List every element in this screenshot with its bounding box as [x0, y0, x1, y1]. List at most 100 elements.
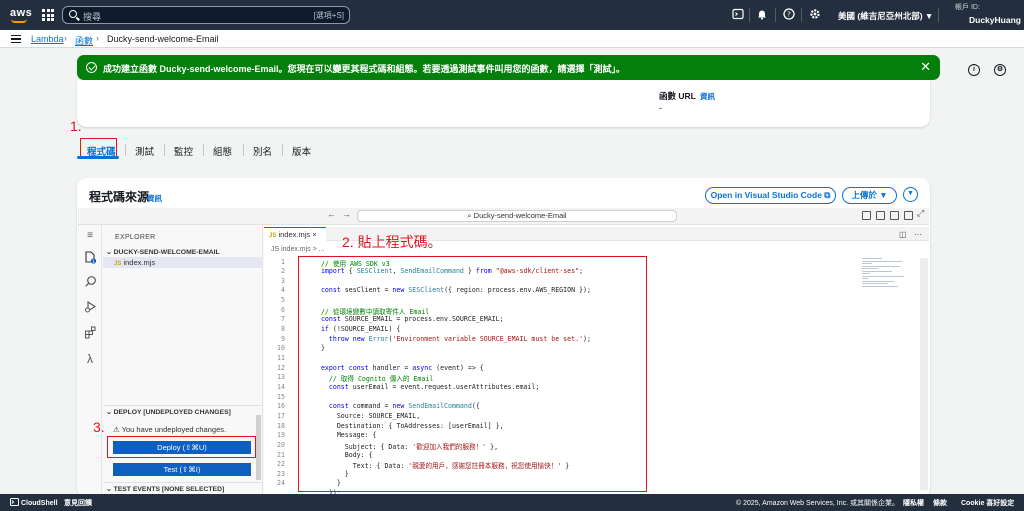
line-number: 19: [277, 431, 285, 440]
search-icon[interactable]: [82, 275, 98, 291]
menu-icon[interactable]: ≡: [82, 228, 98, 244]
editor-tab-label: index.mjs ×: [278, 230, 317, 239]
account-menu[interactable]: DuckyHuang: [969, 15, 1021, 25]
explorer-file[interactable]: JS index.mjs: [114, 258, 155, 267]
feedback-link[interactable]: 意見回饋: [64, 498, 92, 508]
cloudshell-icon[interactable]: [731, 8, 745, 22]
line-number: 2: [281, 267, 285, 276]
aws-logo[interactable]: aws: [10, 7, 33, 23]
cookie-preferences-link[interactable]: Cookie 喜好設定: [961, 498, 1014, 508]
search-placeholder: 搜尋: [83, 12, 102, 22]
annotation-step-1: 1.: [70, 118, 82, 134]
explorer-files-icon[interactable]: 1: [82, 250, 98, 266]
aws-logo-text: aws: [10, 7, 33, 19]
split-editor-icon[interactable]: ◫: [899, 230, 907, 239]
line-number: 6: [281, 305, 285, 314]
extensions-icon[interactable]: [82, 326, 98, 342]
explorer-title: EXPLORER: [115, 234, 156, 241]
breadcrumb-lambda[interactable]: Lambda: [31, 34, 64, 44]
forward-arrow-icon[interactable]: →: [342, 209, 351, 219]
info-icon[interactable]: i: [968, 64, 980, 76]
line-number: 22: [277, 460, 285, 469]
deploy-section-header[interactable]: ⌄ DEPLOY [UNDEPLOYED CHANGES]: [106, 408, 231, 416]
active-tab-indicator: [77, 156, 119, 159]
line-number: 21: [277, 450, 285, 459]
line-number: 12: [277, 363, 285, 372]
terms-link[interactable]: 條款: [933, 498, 947, 508]
editor-breadcrumb: JS index.mjs > ...: [271, 246, 325, 253]
svg-text:?: ?: [787, 11, 791, 19]
line-number: 18: [277, 421, 285, 430]
annotation-step-3: 3.: [93, 419, 105, 435]
undeployed-warning: ⚠ You have undeployed changes.: [113, 425, 227, 434]
line-number: 14: [277, 382, 285, 391]
function-url-info-link[interactable]: 資訊: [700, 91, 715, 102]
help-icon[interactable]: ?: [782, 8, 796, 22]
breadcrumb-functions[interactable]: 函數: [75, 34, 93, 47]
run-debug-icon[interactable]: [82, 300, 98, 316]
settings-icon[interactable]: ⚙: [994, 64, 1006, 76]
line-number: 13: [277, 373, 285, 382]
test-events-label: TEST EVENTS [NONE SELECTED]: [113, 486, 225, 493]
annotation-step-2: 2. 貼上程式碼。: [342, 234, 442, 250]
region-selector[interactable]: 美國 (維吉尼亞州北部) ▼: [838, 10, 933, 22]
cloudshell-link[interactable]: CloudShell: [10, 498, 58, 507]
search-shortcut: [選項+S]: [313, 11, 344, 20]
close-icon[interactable]: ✕: [920, 60, 931, 73]
code-source-info-link[interactable]: 資訊: [147, 193, 162, 204]
gear-icon[interactable]: [808, 8, 822, 22]
copyright: © 2025, Amazon Web Services, Inc. 或其關係企業…: [736, 500, 899, 507]
tab-monitor[interactable]: 監控: [174, 144, 193, 158]
line-number: 15: [277, 392, 285, 401]
deploy-button[interactable]: Deploy (⇧⌘U): [113, 441, 251, 454]
command-center-search[interactable]: ⌕ Ducky-send-welcome-Email: [357, 210, 677, 222]
menu-icon[interactable]: [11, 35, 21, 43]
annotation-box-code: [298, 256, 647, 492]
services-grid-icon[interactable]: [42, 9, 54, 21]
svg-text:1: 1: [92, 259, 95, 264]
search-icon: [69, 10, 77, 18]
line-number: 7: [281, 315, 285, 324]
line-number: 11: [277, 354, 285, 362]
file-label: index.mjs: [123, 258, 156, 267]
minimap[interactable]: [862, 258, 910, 298]
chevron-right-icon: ›: [96, 33, 99, 43]
tab-aliases[interactable]: 別名: [253, 144, 272, 158]
open-vscode-button[interactable]: Open in Visual Studio Code ⧉: [705, 187, 836, 204]
toggle-secondary-sidebar-icon[interactable]: [890, 211, 899, 220]
back-arrow-icon[interactable]: ←: [327, 209, 336, 219]
bell-icon[interactable]: [755, 8, 769, 22]
editor-tab-index[interactable]: JS index.mjs ×: [264, 227, 326, 241]
test-events-section-header[interactable]: ⌄ TEST EVENTS [NONE SELECTED]: [106, 485, 224, 493]
upload-from-button[interactable]: 上傳於 ▼: [842, 187, 897, 204]
toggle-panel-icon[interactable]: [876, 211, 885, 220]
line-number: 1: [281, 257, 285, 266]
chevron-down-icon: ⌄: [106, 409, 114, 416]
success-check-icon: [86, 62, 97, 73]
function-url-label: 函數 URL: [659, 91, 696, 101]
customize-layout-icon[interactable]: [904, 211, 913, 220]
tab-configuration[interactable]: 組態: [213, 144, 232, 158]
search-input[interactable]: 搜尋 [選項+S]: [62, 6, 350, 24]
tab-versions[interactable]: 版本: [292, 144, 311, 158]
more-actions-button[interactable]: ▼: [903, 187, 918, 202]
line-number: 4: [281, 286, 285, 295]
line-number: 8: [281, 325, 285, 334]
lambda-icon[interactable]: λ: [82, 351, 98, 367]
privacy-link[interactable]: 隱私權: [903, 498, 924, 508]
function-url-value: -: [659, 103, 662, 113]
tab-test[interactable]: 測試: [135, 144, 154, 158]
line-number: 17: [277, 411, 285, 420]
line-number: 10: [277, 344, 285, 353]
toggle-sidebar-icon[interactable]: [862, 211, 871, 220]
fullscreen-icon[interactable]: ⤢: [917, 208, 924, 219]
editor-scrollbar[interactable]: [920, 258, 928, 490]
more-icon[interactable]: ⋯: [914, 230, 922, 239]
explorer-folder[interactable]: ⌄ DUCKY-SEND-WELCOME-EMAIL: [106, 248, 220, 256]
js-file-icon: JS: [269, 233, 277, 239]
test-button[interactable]: Test (⇧⌘I): [113, 463, 251, 476]
explorer-scrollbar[interactable]: [256, 415, 261, 480]
success-flash: 成功建立函數 Ducky-send-welcome-Email。您現在可以變更其…: [77, 55, 940, 80]
line-number: 9: [281, 334, 285, 343]
top-navigation: aws 搜尋 [選項+S] ? 美國 (維吉尼亞州北部) ▼ 帳戶 ID: Du…: [0, 0, 1024, 30]
